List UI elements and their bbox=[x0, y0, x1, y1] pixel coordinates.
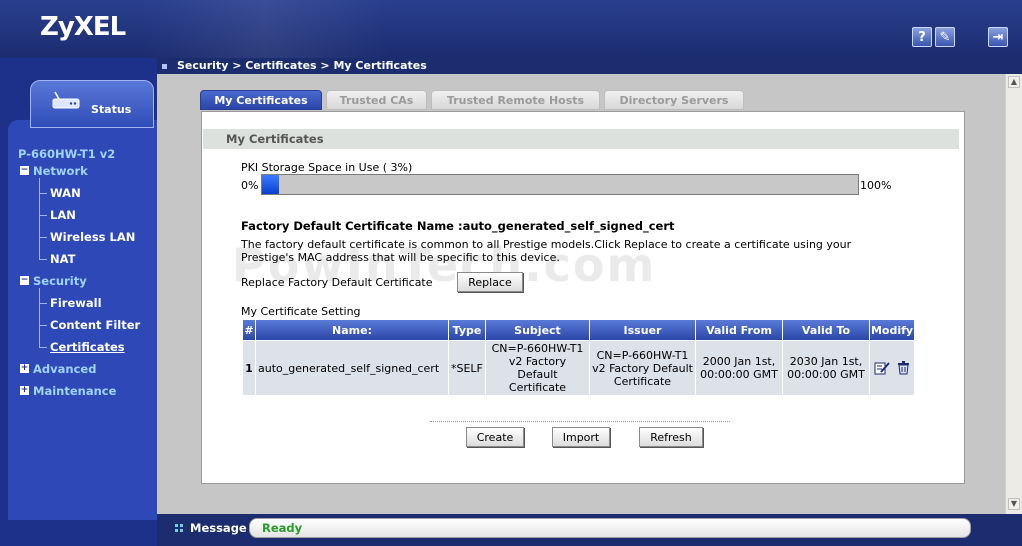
sidebar-item-content-filter[interactable]: Content Filter bbox=[50, 318, 140, 332]
action-divider bbox=[430, 421, 730, 423]
tree-line bbox=[39, 237, 47, 238]
table-row: 1 auto_generated_self_signed_cert *SELF … bbox=[243, 341, 914, 395]
logout-icon[interactable]: ⇥ bbox=[988, 27, 1008, 47]
col-header-valid-to: Valid To bbox=[783, 320, 869, 341]
device-name: P-660HW-T1 v2 bbox=[18, 147, 116, 161]
breadcrumb-bullet-icon bbox=[162, 64, 167, 69]
message-label: Message bbox=[190, 521, 247, 535]
scroll-up-icon[interactable]: ▲ bbox=[1008, 76, 1020, 88]
maintenance-expand-icon[interactable]: + bbox=[20, 386, 29, 395]
message-dots-icon bbox=[175, 524, 183, 532]
factory-cert-title: Factory Default Certificate Name :auto_g… bbox=[241, 219, 675, 233]
status-tab-label: Status bbox=[91, 103, 132, 116]
zyxel-logo: ZyXEL bbox=[40, 12, 126, 42]
col-header-issuer: Issuer bbox=[590, 320, 695, 341]
vertical-scrollbar[interactable]: ▲ ▼ bbox=[1005, 74, 1022, 514]
section-title: My Certificates bbox=[203, 129, 959, 149]
scroll-down-icon[interactable]: ▼ bbox=[1008, 498, 1020, 510]
tree-line bbox=[39, 259, 47, 260]
header-bar: ZyXEL ? ✎ ⇥ bbox=[0, 0, 1022, 58]
sidebar-item-wireless-lan[interactable]: Wireless LAN bbox=[50, 230, 135, 244]
tree-line bbox=[39, 303, 47, 304]
sidebar-item-wan[interactable]: WAN bbox=[50, 186, 81, 200]
import-button[interactable]: Import bbox=[552, 427, 610, 447]
tab-my-certificates[interactable]: My Certificates bbox=[200, 90, 322, 110]
sidebar-group-maintenance[interactable]: Maintenance bbox=[33, 384, 116, 398]
delete-icon[interactable] bbox=[897, 361, 910, 375]
pki-storage-label: PKI Storage Space in Use ( 3%) bbox=[241, 161, 413, 174]
factory-cert-description: The factory default certificate is commo… bbox=[241, 238, 852, 264]
tree-line bbox=[39, 178, 40, 259]
sidebar-group-network[interactable]: Network bbox=[33, 164, 88, 178]
tab-directory-servers[interactable]: Directory Servers bbox=[604, 90, 744, 110]
col-header-modify: Modify bbox=[870, 320, 914, 341]
tree-line bbox=[39, 193, 47, 194]
tab-trusted-remote-hosts[interactable]: Trusted Remote Hosts bbox=[431, 90, 600, 110]
col-header-valid-from: Valid From bbox=[696, 320, 782, 341]
sidebar-group-security[interactable]: Security bbox=[33, 274, 87, 288]
sidebar-item-firewall[interactable]: Firewall bbox=[50, 296, 102, 310]
col-header-index: # bbox=[243, 320, 255, 341]
cell-type: *SELF bbox=[449, 341, 485, 395]
help-icon[interactable]: ? bbox=[912, 27, 932, 47]
sidebar-group-advanced[interactable]: Advanced bbox=[33, 362, 96, 376]
breadcrumb: Security > Certificates > My Certificate… bbox=[177, 59, 427, 72]
pki-storage-bar bbox=[261, 174, 859, 195]
replace-button[interactable]: Replace bbox=[457, 272, 523, 292]
security-collapse-icon[interactable]: − bbox=[20, 276, 29, 285]
replace-label: Replace Factory Default Certificate bbox=[241, 276, 433, 289]
message-field bbox=[249, 518, 971, 538]
col-header-name: Name: bbox=[256, 320, 448, 341]
wizard-icon[interactable]: ✎ bbox=[935, 27, 955, 47]
tree-line bbox=[39, 347, 47, 348]
pki-max-label: 100% bbox=[860, 179, 892, 192]
edit-icon[interactable] bbox=[874, 361, 890, 375]
status-tab[interactable]: Status bbox=[30, 80, 154, 128]
pki-min-label: 0% bbox=[241, 179, 259, 192]
col-header-subject: Subject bbox=[486, 320, 589, 341]
cell-index: 1 bbox=[243, 341, 255, 395]
pki-storage-fill bbox=[262, 175, 279, 194]
sidebar-item-nat[interactable]: NAT bbox=[50, 252, 75, 266]
certificate-setting-label: My Certificate Setting bbox=[241, 305, 361, 318]
sidebar-item-certificates[interactable]: Certificates bbox=[50, 340, 125, 354]
advanced-expand-icon[interactable]: + bbox=[20, 364, 29, 373]
network-collapse-icon[interactable]: − bbox=[20, 166, 29, 175]
tree-line bbox=[39, 288, 40, 347]
sidebar-item-lan[interactable]: LAN bbox=[50, 208, 76, 222]
router-icon bbox=[52, 91, 80, 109]
col-header-type: Type bbox=[449, 320, 485, 341]
cell-modify bbox=[870, 341, 914, 395]
tree-line bbox=[39, 325, 47, 326]
cell-name: auto_generated_self_signed_cert bbox=[256, 341, 448, 395]
certificate-table: # Name: Type Subject Issuer Valid From V… bbox=[242, 320, 915, 395]
tree-line bbox=[39, 215, 47, 216]
logo-swoosh bbox=[140, 0, 390, 58]
cell-issuer: CN=P-660HW-T1 v2 Factory Default Certifi… bbox=[590, 341, 695, 395]
message-value: Ready bbox=[262, 521, 303, 535]
cell-valid-to: 2030 Jan 1st, 00:00:00 GMT bbox=[783, 341, 869, 395]
cell-subject: CN=P-660HW-T1 v2 Factory Default Certifi… bbox=[486, 341, 589, 395]
tab-trusted-cas[interactable]: Trusted CAs bbox=[326, 90, 427, 110]
refresh-button[interactable]: Refresh bbox=[639, 427, 703, 447]
create-button[interactable]: Create bbox=[466, 427, 524, 447]
cell-valid-from: 2000 Jan 1st, 00:00:00 GMT bbox=[696, 341, 782, 395]
